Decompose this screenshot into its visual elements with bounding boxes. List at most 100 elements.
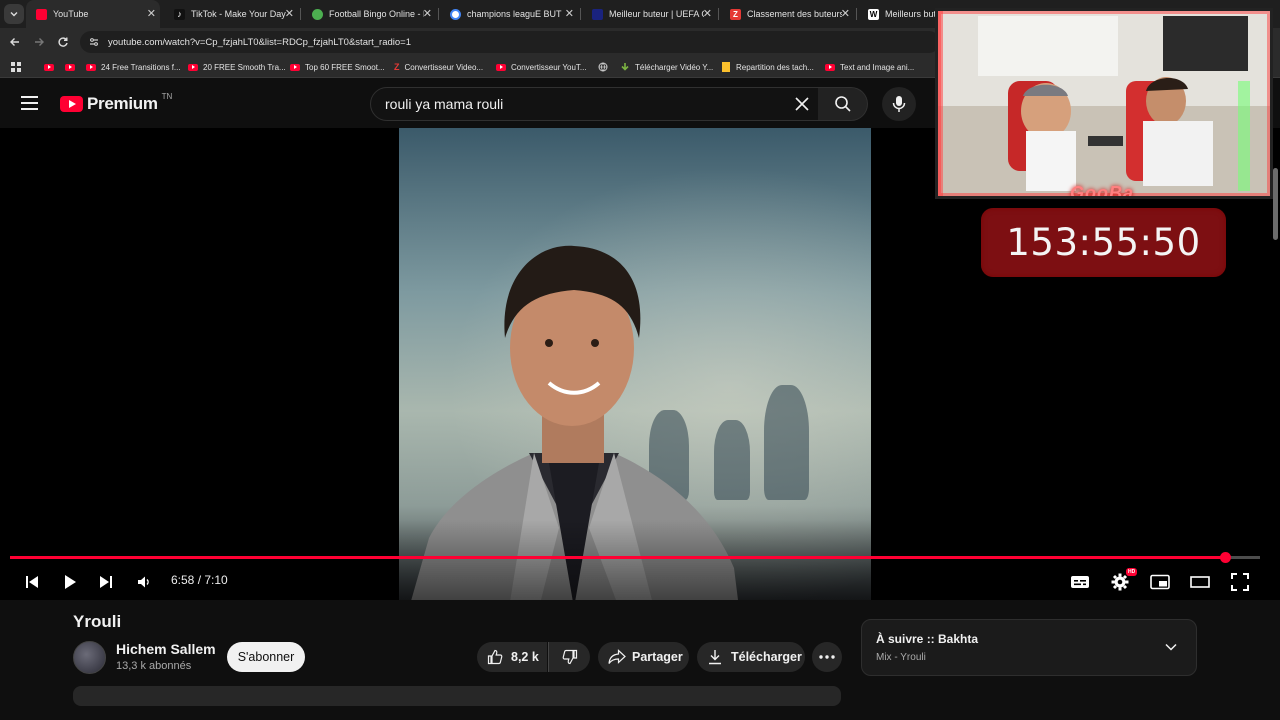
close-icon[interactable]: ✕ xyxy=(703,7,712,20)
address-bar[interactable]: youtube.com/watch?v=Cp_fzjahLT0&list=RDC… xyxy=(80,31,940,53)
download-icon xyxy=(709,650,721,665)
fullscreen-button[interactable] xyxy=(1228,570,1252,594)
youtube-icon xyxy=(825,63,835,71)
tab-champions-league[interactable]: champions leaguE BUTEU ✕ xyxy=(440,0,578,28)
grid-icon xyxy=(11,62,21,72)
search-icon xyxy=(834,96,851,112)
apps-button[interactable] xyxy=(11,60,21,74)
search-query[interactable]: rouli ya mama rouli xyxy=(385,96,503,112)
country-code: TN xyxy=(161,91,173,101)
bookmark-item[interactable]: 24 Free Transitions f... xyxy=(86,60,181,74)
silhouette xyxy=(764,385,809,500)
mute-button[interactable] xyxy=(134,570,154,594)
hamburger-icon xyxy=(21,96,38,98)
time-display: 6:58 / 7:10 xyxy=(171,573,228,587)
tab-title: YouTube xyxy=(53,9,89,19)
skip-previous-icon xyxy=(26,576,38,588)
up-next-subtitle: Mix - Yrouli xyxy=(876,652,926,663)
arrow-right-icon xyxy=(35,38,44,46)
bookmark-item[interactable] xyxy=(598,60,608,74)
thumbs-down-icon xyxy=(562,649,577,665)
share-button[interactable]: Partager xyxy=(598,642,689,672)
stream-timer: 153:55:50 xyxy=(981,208,1226,277)
bookmark-item[interactable]: Convertisseur YouT... xyxy=(496,60,587,74)
google-favicon-icon xyxy=(450,8,461,20)
youtube-icon xyxy=(496,63,506,71)
dislike-button[interactable] xyxy=(548,642,590,672)
close-icon[interactable]: ✕ xyxy=(147,7,156,20)
clear-search-button[interactable] xyxy=(793,95,811,113)
close-icon[interactable]: ✕ xyxy=(841,7,850,20)
tab-uefa[interactable]: Meilleur buteur | UEFA Ch ✕ xyxy=(582,0,716,28)
captions-icon xyxy=(1071,576,1089,588)
back-button[interactable] xyxy=(6,33,24,51)
microphone-icon xyxy=(892,96,906,112)
channel-avatar[interactable] xyxy=(73,641,106,674)
football-favicon-icon xyxy=(312,8,323,20)
tab-search-button[interactable] xyxy=(4,4,24,24)
reload-button[interactable] xyxy=(54,33,72,51)
bookmark-item[interactable]: Text and Image ani... xyxy=(825,60,914,74)
channel-name[interactable]: Hichem Sallem xyxy=(116,641,216,657)
more-actions-button[interactable] xyxy=(812,642,842,672)
bookmark-item[interactable]: Télécharger Vidéo Y... xyxy=(620,60,713,74)
next-button[interactable] xyxy=(96,570,116,594)
menu-button[interactable] xyxy=(21,96,38,110)
forward-button[interactable] xyxy=(30,33,48,51)
progress-bar[interactable] xyxy=(10,552,1260,563)
theater-icon xyxy=(1190,576,1210,588)
tab-classement[interactable]: Z Classement des buteurs L ✕ xyxy=(720,0,854,28)
search-input[interactable]: rouli ya mama rouli xyxy=(370,87,819,121)
youtube-icon xyxy=(65,63,75,71)
globe-icon xyxy=(598,62,608,72)
voice-search-button[interactable] xyxy=(882,87,916,121)
close-icon[interactable]: ✕ xyxy=(285,7,294,20)
page-scrollbar[interactable] xyxy=(1271,128,1280,698)
close-icon[interactable]: ✕ xyxy=(423,7,432,20)
tab-football-bingo[interactable]: Football Bingo Online - P ✕ xyxy=(302,0,436,28)
bookmark-item[interactable]: Z Convertisseur Video... xyxy=(394,60,483,74)
subscribe-button[interactable]: S'abonner xyxy=(227,642,305,672)
up-next-title: À suivre :: Bakhta xyxy=(876,632,979,646)
tab-divider xyxy=(856,8,857,20)
z-icon: Z xyxy=(394,62,400,72)
like-button[interactable]: 8,2 k xyxy=(477,642,547,672)
youtube-icon xyxy=(290,63,300,71)
bookmark-item[interactable]: 20 FREE Smooth Tra... xyxy=(188,60,286,74)
tab-tiktok[interactable]: ♪ TikTok - Make Your Day ✕ xyxy=(164,0,298,28)
bookmark-label: Text and Image ani... xyxy=(840,62,915,72)
bookmark-item[interactable]: Top 60 FREE Smoot... xyxy=(290,60,385,74)
close-icon[interactable]: ✕ xyxy=(565,7,574,20)
chevron-down-icon[interactable] xyxy=(1164,642,1178,652)
youtube-logo[interactable]: Premium TN xyxy=(60,91,173,114)
scrubber-handle[interactable] xyxy=(1219,552,1231,563)
bookmark-item[interactable]: Repartition des tach... xyxy=(722,60,814,74)
share-label: Partager xyxy=(632,650,683,664)
site-info-icon[interactable] xyxy=(88,36,100,48)
url-text[interactable]: youtube.com/watch?v=Cp_fzjahLT0&list=RDC… xyxy=(108,37,411,48)
youtube-favicon-icon xyxy=(36,8,47,20)
youtube-icon xyxy=(44,63,54,71)
theater-mode-button[interactable] xyxy=(1188,570,1212,594)
tab-wikipedia[interactable]: W Meilleurs buteu xyxy=(858,0,938,28)
search-button[interactable] xyxy=(818,87,868,121)
bookmark-label: Repartition des tach... xyxy=(736,62,814,72)
bookmark-item[interactable] xyxy=(44,60,59,74)
up-next-card[interactable]: À suivre :: Bakhta Mix - Yrouli xyxy=(861,619,1197,676)
hamburger-icon-line xyxy=(21,108,38,110)
logo-text: Premium xyxy=(87,94,158,113)
play-button[interactable] xyxy=(60,570,80,594)
description-box[interactable] xyxy=(73,686,841,706)
subtitles-button[interactable] xyxy=(1068,570,1092,594)
progress-played xyxy=(10,556,1226,559)
scrollbar-thumb[interactable] xyxy=(1273,168,1278,240)
bookmark-label: Télécharger Vidéo Y... xyxy=(635,62,714,72)
z-favicon-icon: Z xyxy=(730,8,741,20)
download-button[interactable]: Télécharger xyxy=(697,642,805,672)
miniplayer-button[interactable] xyxy=(1148,570,1172,594)
bookmark-item[interactable] xyxy=(65,60,80,74)
tab-divider xyxy=(718,8,719,20)
webcam-overlay: GooBa xyxy=(935,8,1273,199)
tab-youtube[interactable]: YouTube ✕ xyxy=(26,0,160,28)
previous-button[interactable] xyxy=(22,570,42,594)
